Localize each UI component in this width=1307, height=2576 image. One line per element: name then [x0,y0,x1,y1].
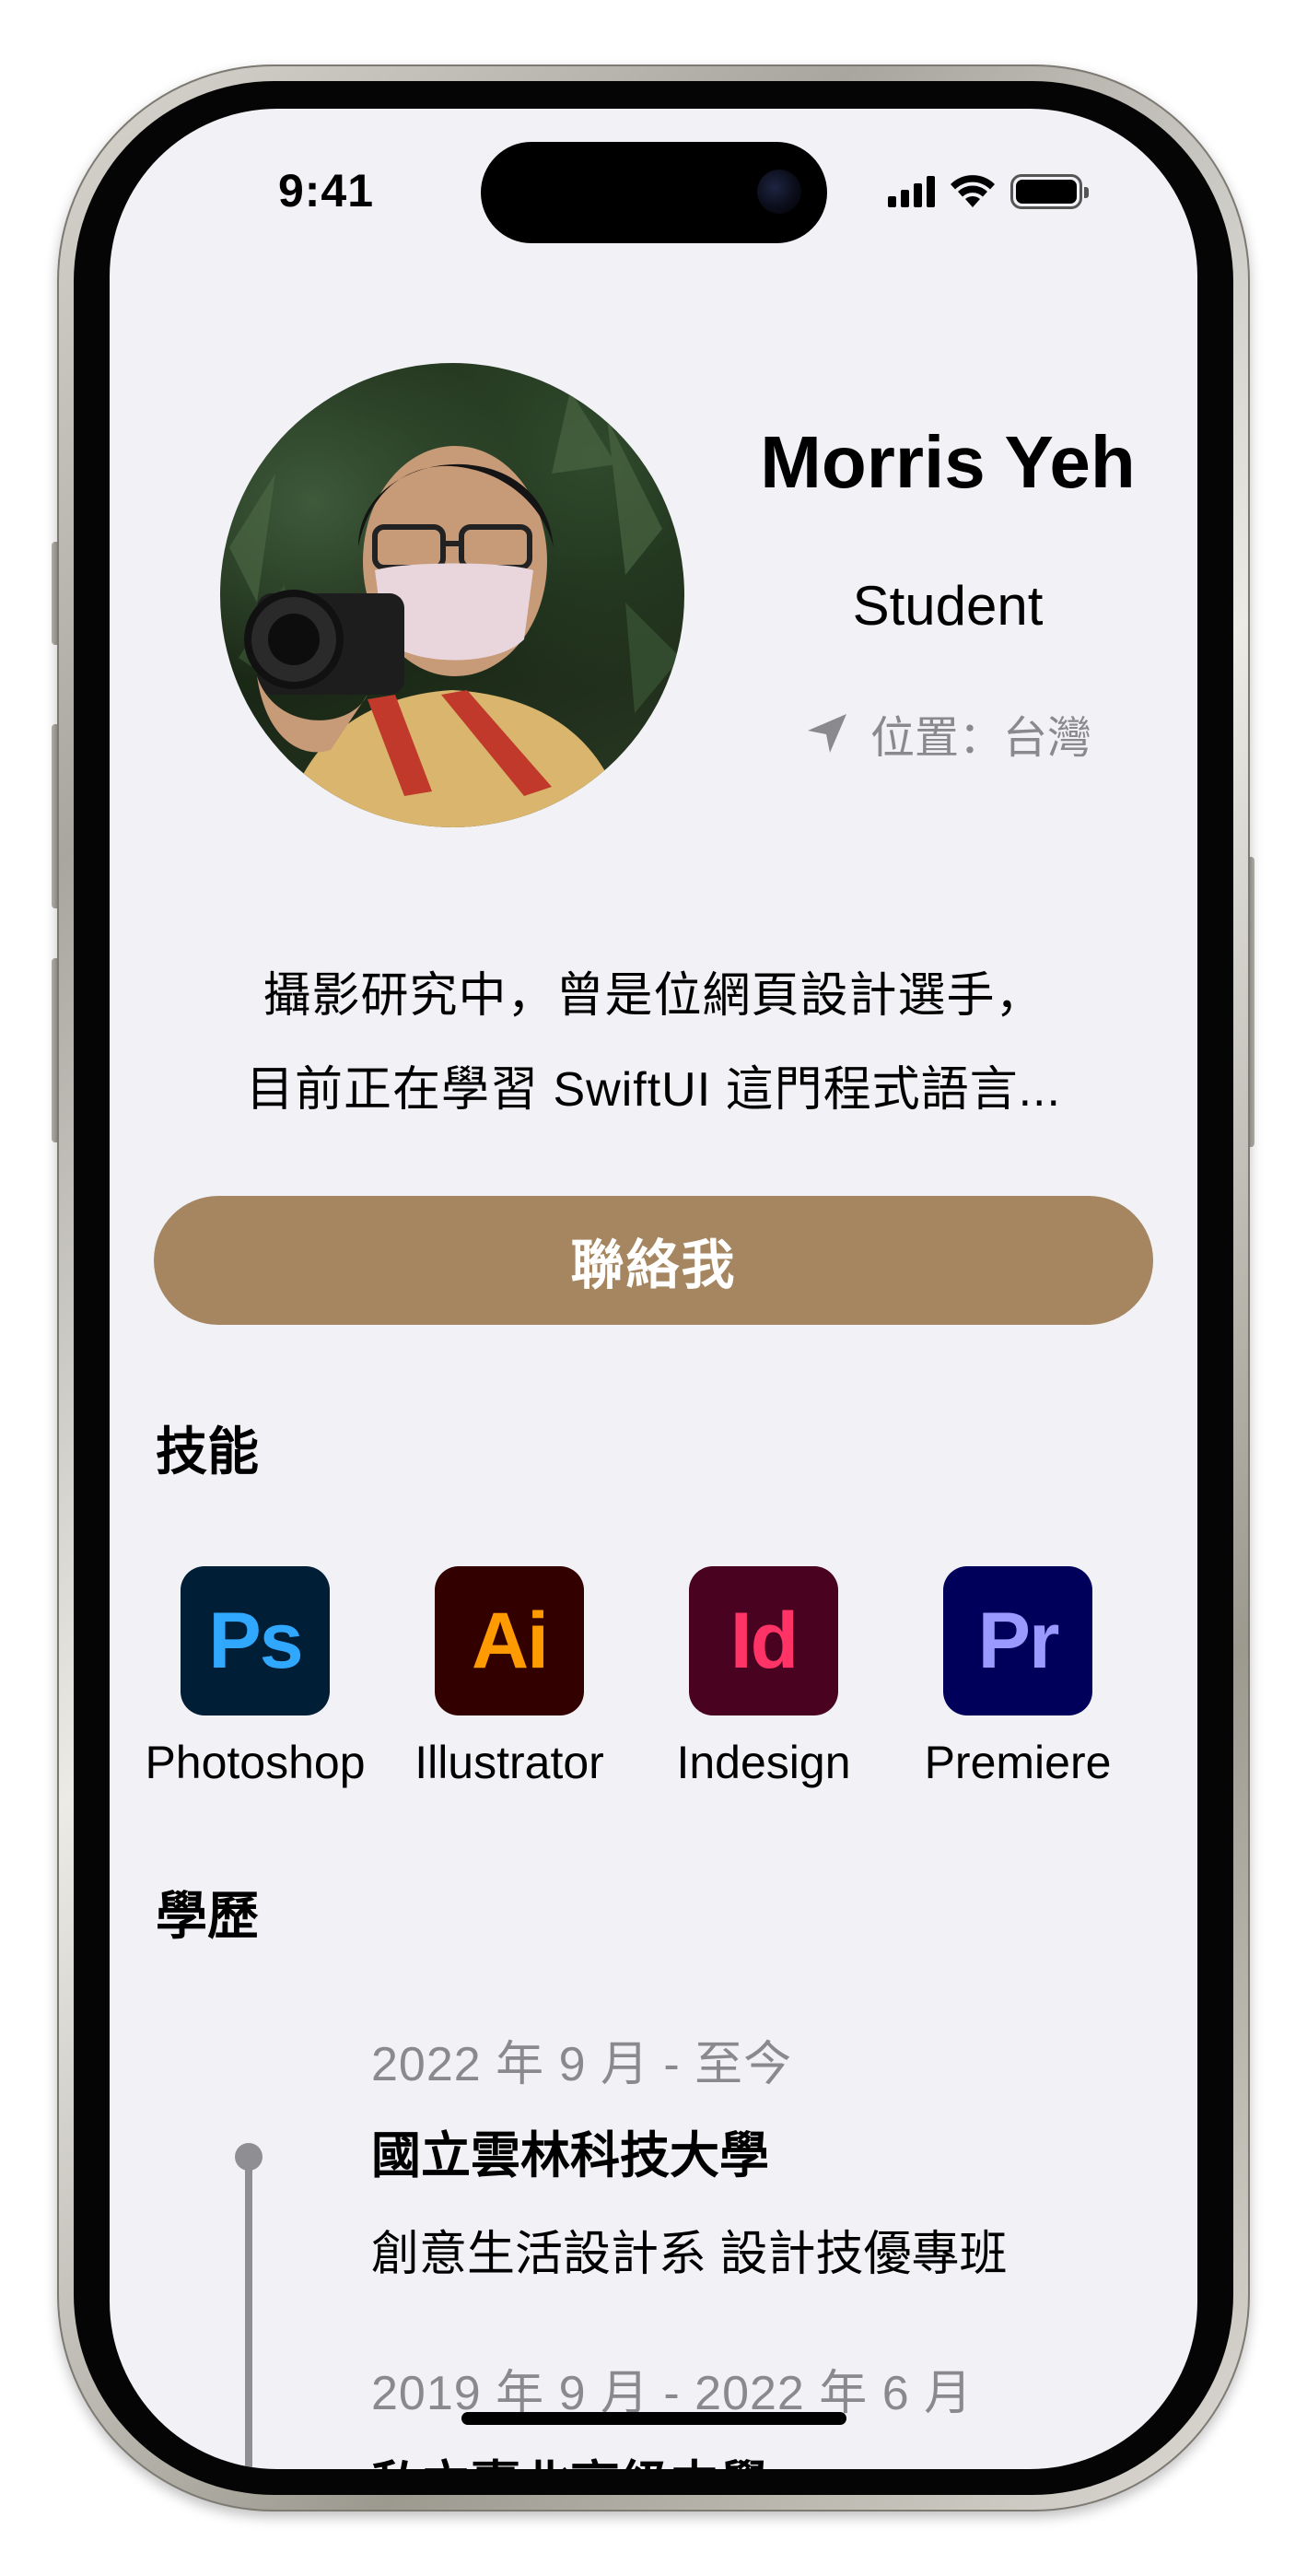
location-text: 位置：台灣 [869,714,1091,763]
home-indicator[interactable] [461,2412,846,2425]
battery-level [1016,180,1077,204]
profile-location: 位置：台灣 [708,701,1187,766]
device-canvas: 9:41 Morris Yeh Student 位置：台灣 攝影研究中，曾是位網… [0,0,1307,2576]
premiere-icon: Pr [943,1566,1092,1715]
status-time: 9:41 [277,165,375,217]
app-screen: 9:41 Morris Yeh Student 位置：台灣 攝影研究中，曾是位網… [110,109,1197,2469]
education-date: 2022 年 9 月 - 至今 [371,2038,793,2091]
skill-premiere[interactable]: Pr Premiere [891,1566,1145,1789]
skill-illustrator[interactable]: Ai Illustrator [382,1566,636,1789]
avatar-photo [229,391,681,827]
education-school: 國立雲林科技大學 [371,2128,769,2184]
avatar [220,363,684,827]
wifi-icon [951,175,995,207]
photoshop-abbr: Ps [208,1596,303,1685]
skill-label: Premiere [924,1737,1112,1788]
skill-label: Illustrator [414,1737,604,1788]
contact-button[interactable]: 聯絡我 [154,1196,1153,1325]
education-school: 私立臺北高級中學 [371,2443,973,2469]
timeline-line [245,2154,252,2469]
dynamic-island [481,142,827,243]
location-arrow-icon [807,714,846,753]
indesign-abbr: Id [729,1596,799,1685]
skill-photoshop[interactable]: Ps Photoshop [128,1566,382,1789]
education-department: 創意生活設計系 設計技優專班 [371,2228,1008,2281]
profile-role: Student [852,575,1044,637]
profile-name: Morris Yeh [760,421,1136,503]
status-icons [888,173,1089,210]
skills-title: 技能 [156,1423,259,1481]
timeline-dot [235,2143,263,2171]
photoshop-icon: Ps [181,1566,330,1715]
skill-label: Photoshop [145,1737,366,1788]
front-camera-icon [757,170,801,214]
skill-indesign[interactable]: Id Indesign [636,1566,891,1789]
premiere-abbr: Pr [977,1596,1060,1685]
illustrator-icon: Ai [435,1566,584,1715]
bio-line-2: 目前正在學習 SwiftUI 這門程式語言... [246,1063,1061,1117]
indesign-icon: Id [689,1566,838,1715]
education-item: 2022 年 9 月 - 至今 國立雲林科技大學 創意生活設計系 設計技優專班 [371,2025,1007,2284]
cellular-signal-icon [888,176,935,207]
education-title: 學歷 [156,1887,259,1945]
battery-icon [1010,174,1089,209]
bio-line-1: 攝影研究中，曾是位網頁設計選手， [263,969,1044,1023]
skill-label: Indesign [676,1737,851,1788]
illustrator-abbr: Ai [472,1596,549,1685]
